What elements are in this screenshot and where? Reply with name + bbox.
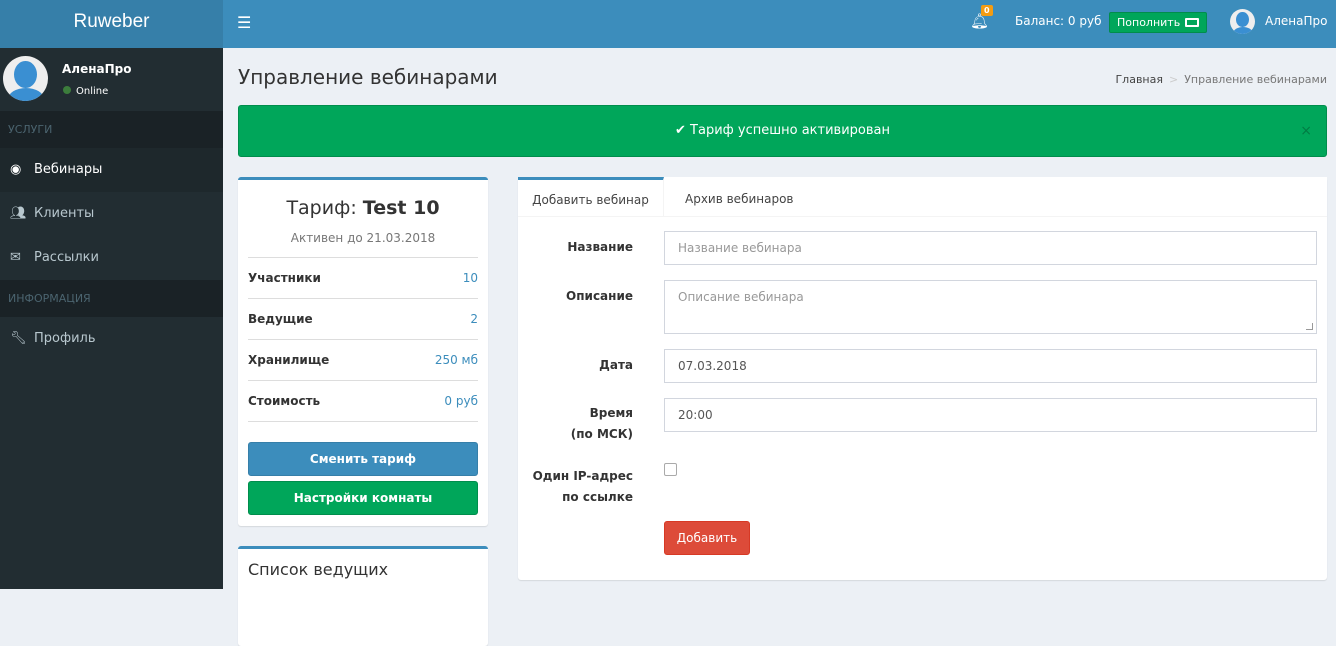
- money-icon: [1185, 18, 1200, 27]
- section-header: УСЛУГИ: [0, 111, 223, 148]
- status-text: Online: [76, 86, 109, 97]
- avatar: [3, 56, 48, 101]
- topup-button[interactable]: Пополнить: [1109, 12, 1208, 33]
- alert-text: Тариф успешно активирован: [690, 123, 890, 138]
- sidebar-item-webinars[interactable]: ◉ Вебинары: [0, 148, 223, 192]
- single-ip-label: Один IP-адрес по ссылке: [532, 469, 633, 504]
- time-label: Время (по МСК): [570, 406, 633, 441]
- user-panel: АленаПро Online: [0, 48, 223, 111]
- wrench-icon: 🔧︎: [10, 331, 27, 346]
- breadcrumb-current: Управление вебинарами: [1184, 73, 1327, 86]
- description-label: Описание: [566, 289, 633, 303]
- close-icon[interactable]: ×: [1300, 106, 1312, 156]
- room-settings-button[interactable]: Настройки комнаты: [248, 481, 478, 515]
- sidebar-item-label: Клиенты: [34, 206, 95, 221]
- sidebar-item-profile[interactable]: 🔧︎ Профиль: [0, 317, 223, 361]
- content: Управление вебинарами Главная > Управление…: [223, 48, 1336, 646]
- plan-name: Test 10: [362, 197, 440, 219]
- date-label: Дата: [599, 358, 633, 372]
- date-input[interactable]: 07.03.2018: [664, 349, 1317, 383]
- name-label: Название: [567, 240, 633, 254]
- top-navbar: Ruweber ☰ 🔔︎ 0 Баланс: 0 руб Пополнить А…: [0, 0, 1336, 48]
- time-input[interactable]: 20:00: [664, 398, 1317, 432]
- plan-row: Стоимость 0 руб: [248, 381, 478, 422]
- hosts-title: Список ведущих: [248, 560, 389, 579]
- section-header: ИНФОРМАЦИЯ: [0, 280, 223, 317]
- success-alert: ✔ Тариф успешно активирован ×: [238, 105, 1327, 157]
- envelope-icon: ✉: [10, 250, 21, 265]
- status-badge: Online: [63, 86, 108, 97]
- online-dot-icon: [63, 86, 71, 94]
- plan-title: Тариф: Test 10: [286, 197, 440, 219]
- sidebar-item-label: Профиль: [34, 331, 96, 346]
- users-icon: 👥︎: [10, 206, 27, 221]
- breadcrumb-home[interactable]: Главная: [1115, 73, 1163, 86]
- menu-toggle-icon[interactable]: ☰: [237, 13, 251, 32]
- resize-handle[interactable]: [1306, 323, 1313, 330]
- tab-add-webinar[interactable]: Добавить вебинар: [518, 177, 664, 217]
- tabs: Добавить вебинар Архив вебинаров: [518, 177, 1327, 217]
- globe-icon: ◉: [10, 162, 22, 177]
- check-icon: ✔: [675, 123, 691, 138]
- balance-text: Баланс: 0 руб: [1015, 14, 1102, 28]
- sidebar-item-mailings[interactable]: ✉ Рассылки: [0, 236, 223, 280]
- notifications-badge: 0: [981, 5, 993, 16]
- sidebar: АленаПро Online УСЛУГИ ◉ Вебинары 👥︎ Клиен…: [0, 48, 223, 589]
- webinar-form-box: Добавить вебинар Архив вебинаров Названи…: [518, 177, 1327, 580]
- plan-row: Хранилище 250 мб: [248, 340, 478, 381]
- name-input[interactable]: Название вебинара: [664, 231, 1317, 265]
- add-button[interactable]: Добавить: [664, 521, 750, 555]
- hosts-box: Список ведущих: [238, 546, 488, 646]
- plan-row: Участники 10: [248, 258, 478, 299]
- user-name: АленаПро: [62, 62, 132, 76]
- user-menu[interactable]: АленаПро: [1265, 14, 1327, 28]
- breadcrumb: Главная > Управление вебинарами: [1115, 73, 1327, 86]
- topup-label: Пополнить: [1117, 16, 1181, 29]
- avatar[interactable]: [1230, 9, 1255, 34]
- sidebar-item-label: Вебинары: [34, 162, 103, 177]
- plan-active-until: Активен до 21.03.2018: [248, 231, 478, 258]
- description-textarea[interactable]: Описание вебинара: [664, 280, 1317, 334]
- plan-row: Ведущие 2: [248, 299, 478, 340]
- logo[interactable]: Ruweber: [0, 0, 223, 48]
- sidebar-item-label: Рассылки: [34, 250, 99, 265]
- single-ip-checkbox[interactable]: [664, 463, 677, 476]
- change-plan-button[interactable]: Сменить тариф: [248, 442, 478, 476]
- page-title: Управление вебинарами: [238, 65, 498, 89]
- sidebar-item-clients[interactable]: 👥︎ Клиенты: [0, 192, 223, 236]
- plan-box: Тариф: Test 10 Активен до 21.03.2018 Уча…: [238, 177, 488, 526]
- tab-archive[interactable]: Архив вебинаров: [685, 177, 794, 217]
